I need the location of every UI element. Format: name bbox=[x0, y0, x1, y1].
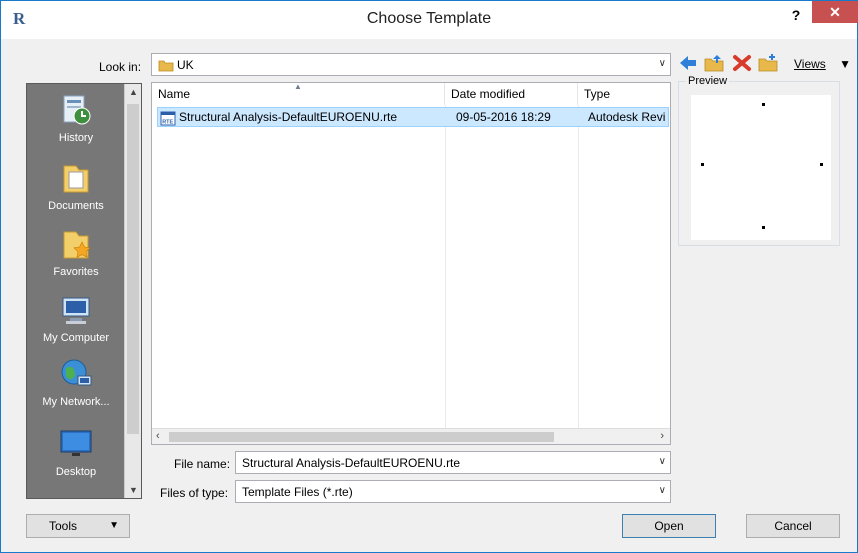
place-label: History bbox=[58, 132, 94, 144]
caret-down-icon: ▼ bbox=[839, 57, 852, 71]
window-title: Choose Template bbox=[366, 10, 492, 27]
preview-mark bbox=[820, 163, 823, 166]
look-in-dropdown[interactable]: UK ∨ bbox=[151, 53, 671, 76]
look-in-value: UK bbox=[177, 58, 194, 72]
preview-group: Preview bbox=[678, 75, 840, 246]
back-arrow-icon[interactable] bbox=[677, 53, 699, 73]
desktop-monitor-icon bbox=[60, 430, 92, 456]
place-favorites[interactable]: Favorites bbox=[27, 226, 125, 278]
place-desktop[interactable]: Desktop bbox=[27, 426, 125, 478]
preview-label: Preview bbox=[686, 75, 730, 87]
up-folder-icon[interactable] bbox=[703, 53, 725, 73]
my-computer-icon bbox=[62, 297, 90, 324]
title-bar: R Choose Template ? ✕ bbox=[1, 1, 858, 39]
scroll-left-icon[interactable]: ‹ bbox=[156, 430, 160, 442]
file-name-field[interactable]: Structural Analysis-DefaultEUROENU.rte ∨ bbox=[235, 451, 671, 474]
views-menu-button[interactable]: Views ▼ bbox=[794, 57, 851, 71]
file-name-value: Structural Analysis-DefaultEUROENU.rte bbox=[242, 456, 461, 470]
history-icon bbox=[63, 95, 91, 125]
preview-mark bbox=[762, 226, 765, 229]
network-globe-icon bbox=[61, 359, 92, 386]
favorites-folder-icon bbox=[63, 231, 91, 259]
place-my-network[interactable]: My Network... bbox=[27, 356, 125, 408]
column-divider bbox=[445, 105, 446, 428]
scroll-thumb[interactable] bbox=[127, 104, 139, 434]
cancel-button[interactable]: Cancel bbox=[746, 514, 840, 538]
tools-button[interactable]: Tools ▼ bbox=[26, 514, 130, 538]
close-button[interactable]: ✕ bbox=[812, 1, 858, 23]
caret-down-icon: ▼ bbox=[109, 520, 119, 531]
place-documents[interactable]: Documents bbox=[27, 160, 125, 212]
place-label: Favorites bbox=[53, 266, 99, 278]
place-label: Desktop bbox=[55, 466, 97, 478]
preview-image bbox=[691, 95, 831, 240]
chevron-down-icon: ∨ bbox=[658, 485, 666, 496]
place-history[interactable]: History bbox=[27, 92, 125, 144]
look-in-label: Look in: bbox=[99, 60, 142, 74]
file-name-label: File name: bbox=[174, 457, 231, 471]
column-header-label: Name bbox=[158, 87, 191, 101]
column-header-name[interactable]: Name ▲ bbox=[152, 83, 445, 105]
choose-template-dialog: R Choose Template ? ✕ Look in: UK ∨ View… bbox=[0, 0, 858, 553]
sort-ascending-icon: ▲ bbox=[294, 82, 302, 91]
place-label: Documents bbox=[48, 200, 104, 212]
column-divider bbox=[578, 105, 579, 428]
files-of-type-value: Template Files (*.rte) bbox=[242, 485, 353, 499]
folder-icon bbox=[158, 60, 174, 72]
place-label: My Computer bbox=[42, 332, 110, 344]
scroll-down-icon[interactable]: ▼ bbox=[129, 485, 138, 495]
column-header-type[interactable]: Type bbox=[578, 83, 670, 105]
help-button[interactable]: ? bbox=[781, 5, 811, 27]
chevron-down-icon[interactable]: ∨ bbox=[659, 456, 666, 467]
tools-label: Tools bbox=[49, 519, 78, 533]
documents-folder-icon bbox=[63, 165, 89, 193]
scroll-right-icon[interactable]: › bbox=[660, 430, 664, 442]
rte-file-icon: RTE bbox=[160, 111, 176, 126]
files-of-type-dropdown[interactable]: Template Files (*.rte) ∨ bbox=[235, 480, 671, 503]
places-bar: History Documents Favorites My Computer … bbox=[26, 83, 142, 499]
svg-text:RTE: RTE bbox=[162, 120, 173, 126]
place-my-computer[interactable]: My Computer bbox=[27, 292, 125, 344]
new-folder-icon[interactable] bbox=[757, 53, 779, 73]
file-list: Name ▲ Date modified Type RTE Structural… bbox=[151, 82, 671, 445]
column-header-date-modified[interactable]: Date modified bbox=[445, 83, 578, 105]
scroll-up-icon[interactable]: ▲ bbox=[129, 87, 138, 97]
horizontal-scrollbar[interactable]: ‹ › bbox=[152, 428, 670, 444]
date-modified-cell: 09-05-2016 18:29 bbox=[456, 110, 551, 124]
places-scrollbar[interactable]: ▲ ▼ bbox=[124, 84, 141, 498]
chevron-down-icon: ∨ bbox=[658, 58, 666, 69]
open-button[interactable]: Open bbox=[622, 514, 716, 538]
preview-mark bbox=[762, 103, 765, 106]
place-label: My Network... bbox=[42, 396, 110, 408]
views-label: Views bbox=[794, 57, 826, 71]
files-of-type-label: Files of type: bbox=[160, 486, 229, 500]
type-cell: Autodesk Revi bbox=[588, 110, 666, 124]
delete-icon[interactable] bbox=[731, 53, 753, 73]
preview-mark bbox=[701, 163, 704, 166]
scroll-thumb[interactable] bbox=[169, 432, 554, 442]
file-name-cell: Structural Analysis-DefaultEUROENU.rte bbox=[179, 110, 398, 124]
